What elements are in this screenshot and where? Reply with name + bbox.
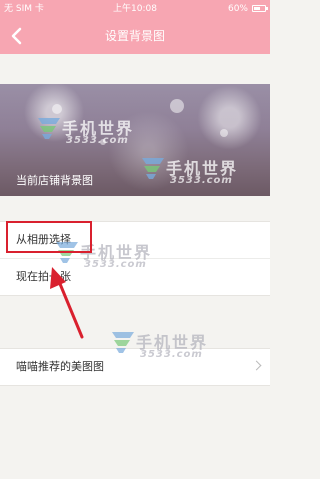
watermark-logo-icon (112, 332, 134, 353)
status-bar: 无 SIM 卡 上午10:08 60% (0, 0, 270, 18)
watermark: 手机世界 3533.com (140, 154, 270, 188)
watermark-number: 3533.com (66, 135, 129, 146)
recommended-images-label: 喵喵推荐的美图图 (16, 360, 104, 373)
background-caption: 当前店铺背景图 (16, 174, 93, 187)
bokeh-light (52, 104, 62, 114)
chevron-right-icon (251, 360, 262, 371)
battery-icon (252, 5, 268, 12)
watermark-logo-icon (38, 118, 60, 139)
bokeh-light (220, 129, 228, 137)
watermark-number: 3533.com (170, 175, 233, 186)
watermark-number: 3533.com (140, 349, 203, 360)
bokeh-light (170, 99, 184, 113)
current-background-image[interactable]: 手机世界 3533.com 手机世界 3533.com 当前店铺背景图 (0, 84, 270, 196)
watermark-logo-icon (142, 158, 164, 179)
watermark: 手机世界 3533.com (36, 114, 186, 148)
nav-bar: 设置背景图 (0, 18, 270, 54)
highlight-box (6, 221, 92, 253)
watermark: 手机世界 3533.com (110, 328, 260, 362)
battery-percent: 60% (227, 4, 248, 14)
page-title: 设置背景图 (104, 29, 165, 43)
pointer-arrow-icon (50, 267, 84, 339)
